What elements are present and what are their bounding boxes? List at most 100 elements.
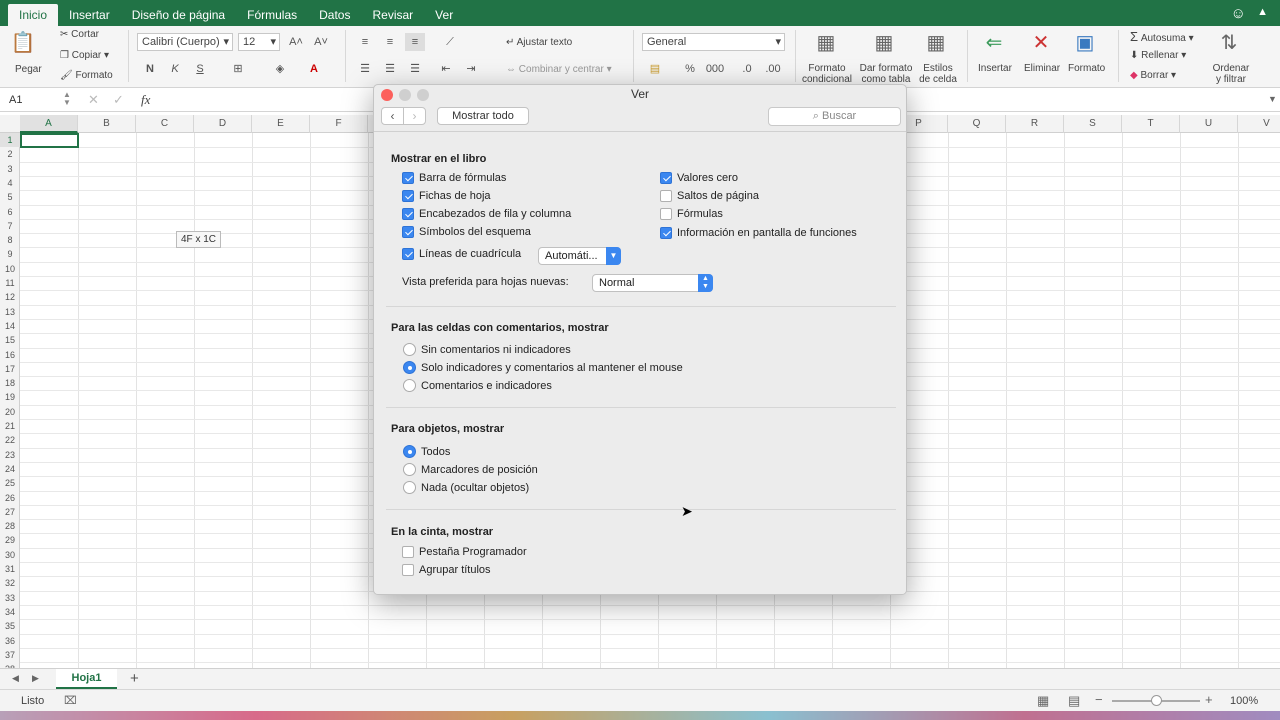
delete-button[interactable]: Eliminar xyxy=(1024,63,1060,74)
align-right-icon[interactable]: ☰ xyxy=(405,60,425,78)
row-header[interactable]: 19 xyxy=(0,390,20,404)
format-painter-button[interactable]: 🖌 Formato xyxy=(60,70,113,81)
option-no-comments[interactable]: Sin comentarios ni indicadores xyxy=(403,343,571,356)
column-header[interactable]: F xyxy=(310,115,368,133)
row-header[interactable]: 3 xyxy=(0,162,20,176)
normal-view-icon[interactable]: ▦ xyxy=(1037,693,1049,709)
column-header[interactable]: D xyxy=(194,115,252,133)
page-layout-view-icon[interactable]: ▤ xyxy=(1068,693,1080,709)
align-bottom-icon[interactable]: ≡ xyxy=(405,33,425,51)
align-left-icon[interactable]: ☰ xyxy=(355,60,375,78)
cancel-icon[interactable]: ✕ xyxy=(88,92,99,108)
radio-hide-objects[interactable] xyxy=(403,481,416,494)
paste-label[interactable]: Pegar xyxy=(15,64,42,75)
row-header[interactable]: 24 xyxy=(0,462,20,476)
row-header[interactable]: 27 xyxy=(0,505,20,519)
underline-button[interactable]: S xyxy=(190,60,210,78)
row-header[interactable]: 33 xyxy=(0,591,20,605)
row-header[interactable]: 21 xyxy=(0,419,20,433)
decrease-indent-icon[interactable]: ⇤ xyxy=(436,60,456,78)
row-header[interactable]: 7 xyxy=(0,219,20,233)
row-header[interactable]: 22 xyxy=(0,433,20,447)
row-header[interactable]: 36 xyxy=(0,634,20,648)
increase-decimal-icon[interactable]: .0 xyxy=(737,60,757,78)
checkbox-gridlines[interactable] xyxy=(402,248,414,260)
decrease-font-icon[interactable]: A˅ xyxy=(311,33,331,51)
currency-icon[interactable]: ▤ xyxy=(645,60,665,78)
checkbox-sheet-tabs[interactable] xyxy=(402,190,414,202)
option-indicators-hover[interactable]: Solo indicadores y comentarios al manten… xyxy=(403,361,683,374)
row-header[interactable]: 8 xyxy=(0,233,20,247)
radio-indicators-hover[interactable] xyxy=(403,361,416,374)
align-middle-icon[interactable]: ≡ xyxy=(380,33,400,51)
enter-check-icon[interactable]: ✓ xyxy=(113,92,124,108)
copy-button[interactable]: ❐ Copiar ▾ xyxy=(60,50,109,61)
row-header[interactable]: 31 xyxy=(0,562,20,576)
column-header[interactable]: E xyxy=(252,115,310,133)
row-header[interactable]: 23 xyxy=(0,448,20,462)
font-size-select[interactable]: 12 ▾ xyxy=(238,33,280,51)
tab-diseno-pagina[interactable]: Diseño de página xyxy=(121,4,236,26)
checkbox-function-tooltips[interactable] xyxy=(660,227,672,239)
sort-filter-button[interactable]: Ordenar y filtrar xyxy=(1212,63,1250,85)
column-header[interactable]: S xyxy=(1064,115,1122,133)
font-name-select[interactable]: Calibri (Cuerpo) ▾ xyxy=(137,33,233,51)
row-header[interactable]: 18 xyxy=(0,376,20,390)
row-header[interactable]: 14 xyxy=(0,319,20,333)
tab-formulas[interactable]: Fórmulas xyxy=(236,4,308,26)
format-as-table-button[interactable]: Dar formato como tabla xyxy=(858,63,914,85)
row-header[interactable]: 13 xyxy=(0,305,20,319)
column-header[interactable]: T xyxy=(1122,115,1180,133)
checkbox-page-breaks[interactable] xyxy=(660,190,672,202)
expand-formula-icon[interactable]: ▼ xyxy=(1268,94,1277,104)
option-function-tooltips[interactable]: Información en pantalla de funciones xyxy=(660,227,857,239)
column-header[interactable]: R xyxy=(1006,115,1064,133)
italic-button[interactable]: K xyxy=(165,60,185,78)
row-header[interactable]: 12 xyxy=(0,290,20,304)
column-header[interactable]: A xyxy=(20,115,78,133)
tab-insertar[interactable]: Insertar xyxy=(58,4,121,26)
row-header[interactable]: 30 xyxy=(0,548,20,562)
align-top-icon[interactable]: ≡ xyxy=(355,33,375,51)
preferred-view-popup[interactable]: Normal ▲ ▼ xyxy=(592,274,713,292)
option-headings[interactable]: Encabezados de fila y columna xyxy=(402,208,571,220)
merge-center-button[interactable]: ⇔ Combinar y centrar ▾ xyxy=(506,64,612,75)
zoom-out-icon[interactable]: − xyxy=(1095,692,1103,707)
checkbox-formula-bar[interactable] xyxy=(402,172,414,184)
option-formulas[interactable]: Fórmulas xyxy=(660,208,723,220)
decrease-decimal-icon[interactable]: .00 xyxy=(763,60,783,78)
option-gridlines[interactable]: Líneas de cuadrícula xyxy=(402,248,521,260)
row-header[interactable]: 17 xyxy=(0,362,20,376)
option-group-titles[interactable]: Agrupar títulos xyxy=(402,564,491,576)
radio-all-objects[interactable] xyxy=(403,445,416,458)
next-sheet-icon[interactable]: ▶ xyxy=(32,673,39,684)
clear-button[interactable]: ◆ Borrar ▾ xyxy=(1130,70,1176,81)
row-header[interactable]: 25 xyxy=(0,476,20,490)
checkbox-zero-values[interactable] xyxy=(660,172,672,184)
function-icon[interactable]: fx xyxy=(141,92,150,108)
zoom-slider-thumb[interactable] xyxy=(1151,695,1162,706)
zoom-in-icon[interactable]: + xyxy=(1205,692,1213,707)
checkbox-headings[interactable] xyxy=(402,208,414,220)
option-sheet-tabs[interactable]: Fichas de hoja xyxy=(402,190,491,202)
forward-chevron-icon[interactable]: › xyxy=(403,107,426,125)
option-placeholders[interactable]: Marcadores de posición xyxy=(403,463,538,476)
tab-datos[interactable]: Datos xyxy=(308,4,361,26)
checkbox-group-titles[interactable] xyxy=(402,564,414,576)
number-format-select[interactable]: General ▾ xyxy=(642,33,785,51)
row-header[interactable]: 16 xyxy=(0,348,20,362)
macro-record-icon[interactable]: ⌧ xyxy=(64,694,77,707)
name-box-stepper-icon[interactable]: ▲ ▼ xyxy=(63,91,71,107)
increase-indent-icon[interactable]: ⇥ xyxy=(461,60,481,78)
row-header[interactable]: 26 xyxy=(0,491,20,505)
column-header[interactable]: U xyxy=(1180,115,1238,133)
delete-cells-icon[interactable]: ✕ xyxy=(1027,30,1055,55)
row-header[interactable]: 35 xyxy=(0,619,20,633)
column-header[interactable]: B xyxy=(78,115,136,133)
row-header[interactable]: 29 xyxy=(0,533,20,547)
fill-button[interactable]: ⬇ Rellenar ▾ xyxy=(1130,50,1186,61)
row-header[interactable]: 1 xyxy=(0,133,20,148)
option-page-breaks[interactable]: Saltos de página xyxy=(660,190,759,202)
insert-button[interactable]: Insertar xyxy=(978,63,1012,74)
sort-filter-icon[interactable]: ⇅ xyxy=(1214,30,1244,55)
